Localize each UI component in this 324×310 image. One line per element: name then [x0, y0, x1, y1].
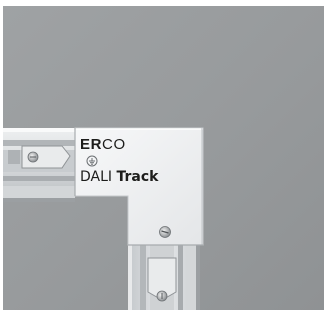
logo-prefix: ER	[80, 136, 103, 153]
track-assembly	[3, 127, 204, 310]
product-label: DALI Track	[80, 170, 158, 184]
product-photo: ERCO DALI Track	[0, 0, 324, 310]
vertical-track-rail	[128, 240, 200, 310]
horizontal-track-rail	[3, 128, 75, 202]
product-label-light: DALI	[80, 169, 113, 185]
logo-suffix: CO	[102, 136, 126, 153]
screw-icon	[159, 226, 171, 238]
erco-logo: ERCO	[80, 137, 126, 152]
product-label-bold: Track	[116, 169, 159, 185]
